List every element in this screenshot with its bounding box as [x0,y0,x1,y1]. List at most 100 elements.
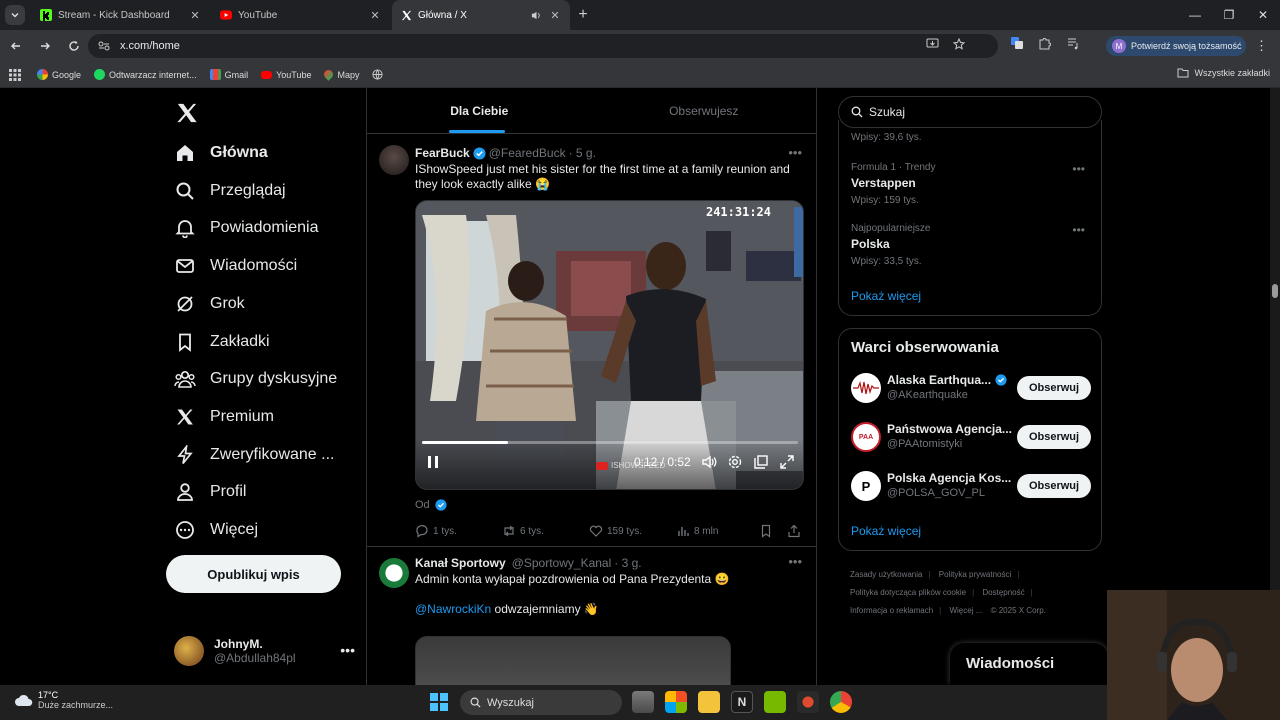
tweet-media[interactable] [415,636,731,685]
bookmark-maps[interactable]: Mapy [322,68,359,81]
store-icon[interactable] [665,691,687,713]
author-handle[interactable]: @FearedBuck [489,146,566,160]
bookmark-button[interactable] [759,524,777,538]
volume-icon[interactable] [701,454,717,470]
tweet[interactable]: FearBuck @FearedBuck · 5 g. ••• IShowSpe… [367,135,816,547]
close-icon[interactable]: ✕ [548,8,562,22]
forward-button[interactable] [32,33,58,59]
site-settings-icon[interactable] [98,41,110,51]
taskbar-search[interactable]: Wyszukaj [460,690,622,715]
more-dots-icon[interactable]: ••• [1072,162,1085,176]
task-view-icon[interactable] [632,691,654,713]
apps-grid-icon[interactable] [9,68,21,81]
show-more-trends[interactable]: Pokaż więcej [851,289,921,303]
mention-link[interactable]: @NawrockiKn [415,602,491,616]
bookmark-globe[interactable] [372,69,384,80]
follow-button[interactable]: Obserwuj [1017,474,1091,498]
extensions-puzzle-icon[interactable] [1038,36,1052,50]
author-name[interactable]: FearBuck [415,146,470,160]
nav-profile[interactable]: Profil [174,477,246,507]
follow-button[interactable]: Obserwuj [1017,425,1091,449]
author-name[interactable]: Kanał Sportowy [415,556,506,570]
all-bookmarks-button[interactable]: Wszystkie zakładki [1177,68,1270,78]
chevron-down-icon[interactable] [5,5,25,25]
nav-home[interactable]: Główna [174,138,268,168]
nav-messages[interactable]: Wiadomości [174,251,297,281]
repost-button[interactable]: 6 tys. [502,524,589,538]
tab-for-you[interactable]: Dla Ciebie [367,88,592,133]
footer-link[interactable]: Więcej ... [949,606,982,615]
bookmark-gmail[interactable]: Gmail [209,69,248,80]
footer-link[interactable]: Zasady użytkowania [850,570,922,579]
follow-suggestion[interactable]: Alaska Earthqua... @AKearthquake Obserwu… [851,371,1091,405]
account-switcher[interactable]: JohnyM. @Abdullah84pl ••• [174,634,359,668]
nav-bookmarks[interactable]: Zakładki [174,327,270,357]
show-more-follow[interactable]: Pokaż więcej [851,524,921,538]
bookmark-google[interactable]: Google [37,69,81,80]
trend-item[interactable]: Najpopularniejsze Polska Wpisy: 33,5 tys… [851,223,1091,267]
url-bar[interactable]: x.com/home [88,34,998,58]
more-dots-icon[interactable]: ••• [1072,223,1085,237]
follow-suggestion[interactable]: PAA Państwowa Agencja... @PAAtomistyki O… [851,420,1091,454]
more-dots-icon[interactable]: ••• [340,642,355,658]
picture-in-picture-icon[interactable] [753,454,769,470]
tab-search-menu[interactable] [0,0,30,30]
nav-verified-orgs[interactable]: Zweryfikowane ... [174,440,334,470]
media-control-icon[interactable] [1066,36,1080,50]
new-tab-button[interactable]: + [570,0,596,30]
footer-link[interactable]: Informacja o reklamach [850,606,933,615]
bookmark-youtube[interactable]: YouTube [261,70,311,80]
tab-youtube[interactable]: YouTube ✕ [212,0,390,30]
follow-suggestion[interactable]: P Polska Agencja Kos... @POLSA_GOV_PL Ob… [851,469,1091,503]
nav-grok[interactable]: Grok [174,289,245,319]
tab-kick-dashboard[interactable]: Stream - Kick Dashboard ✕ [32,0,210,30]
chrome-icon[interactable] [830,691,852,713]
pause-button[interactable] [426,455,440,469]
tweet[interactable]: Kanał Sportowy @Sportowy_Kanal · 3 g. ••… [367,548,816,685]
fullscreen-icon[interactable] [779,454,795,470]
avatar[interactable] [379,145,409,175]
weather-widget[interactable]: 17°C Duże zachmurze... [14,690,113,710]
close-icon[interactable]: ✕ [368,8,382,22]
nav-communities[interactable]: Grupy dyskusyjne [174,364,337,394]
footer-link[interactable]: Dostępność [982,588,1024,597]
nav-premium[interactable]: Premium [174,402,274,432]
speaker-icon[interactable] [531,10,542,21]
trend-item[interactable]: Formula 1 · Trendy Verstappen Wpisy: 159… [851,162,1091,206]
file-explorer-icon[interactable] [698,691,720,713]
reply-button[interactable]: 1 tys. [415,524,502,538]
minimize-button[interactable]: — [1178,0,1212,30]
footer-link[interactable]: Polityka dotycząca plików cookie [850,588,966,597]
browser-menu-icon[interactable]: ⋮ [1255,38,1268,54]
share-button[interactable] [787,524,805,538]
avatar[interactable] [379,558,409,588]
nvidia-icon[interactable] [764,691,786,713]
back-button[interactable] [3,33,29,59]
video-player[interactable]: 241:31:24 ISHOWSPEED 0:12 / 0:52 [415,200,804,490]
nav-notifications[interactable]: Powiadomienia [174,213,319,243]
close-window-button[interactable]: ✕ [1246,0,1280,30]
app-n-icon[interactable]: N [731,691,753,713]
views-button[interactable]: 8 mln [676,524,755,538]
footer-link[interactable]: Polityka prywatności [939,570,1011,579]
app-icon[interactable] [797,691,819,713]
bookmark-spotify[interactable]: Odtwarzacz internet... [94,69,197,80]
nav-explore[interactable]: Przeglądaj [174,176,286,206]
gear-icon[interactable] [727,454,743,470]
messages-drawer[interactable]: Wiadomości [950,643,1108,685]
author-handle[interactable]: @Sportowy_Kanal [512,556,612,570]
video-source[interactable]: Od [415,499,447,511]
tab-following[interactable]: Obserwujesz [592,88,817,133]
post-button[interactable]: Opublikuj wpis [166,555,341,593]
reload-button[interactable] [61,33,87,59]
video-progress-bar[interactable] [422,441,798,444]
close-icon[interactable]: ✕ [188,8,202,22]
windows-start-icon[interactable] [430,693,448,711]
like-button[interactable]: 159 tys. [589,524,676,538]
profile-verify-button[interactable]: M Potwierdź swoją tożsamość [1106,36,1246,56]
nav-more[interactable]: Więcej [174,515,258,545]
translate-icon[interactable] [1010,36,1024,50]
more-dots-icon[interactable]: ••• [788,145,802,160]
maximize-button[interactable]: ❐ [1212,0,1246,30]
x-logo-icon[interactable] [176,102,198,124]
